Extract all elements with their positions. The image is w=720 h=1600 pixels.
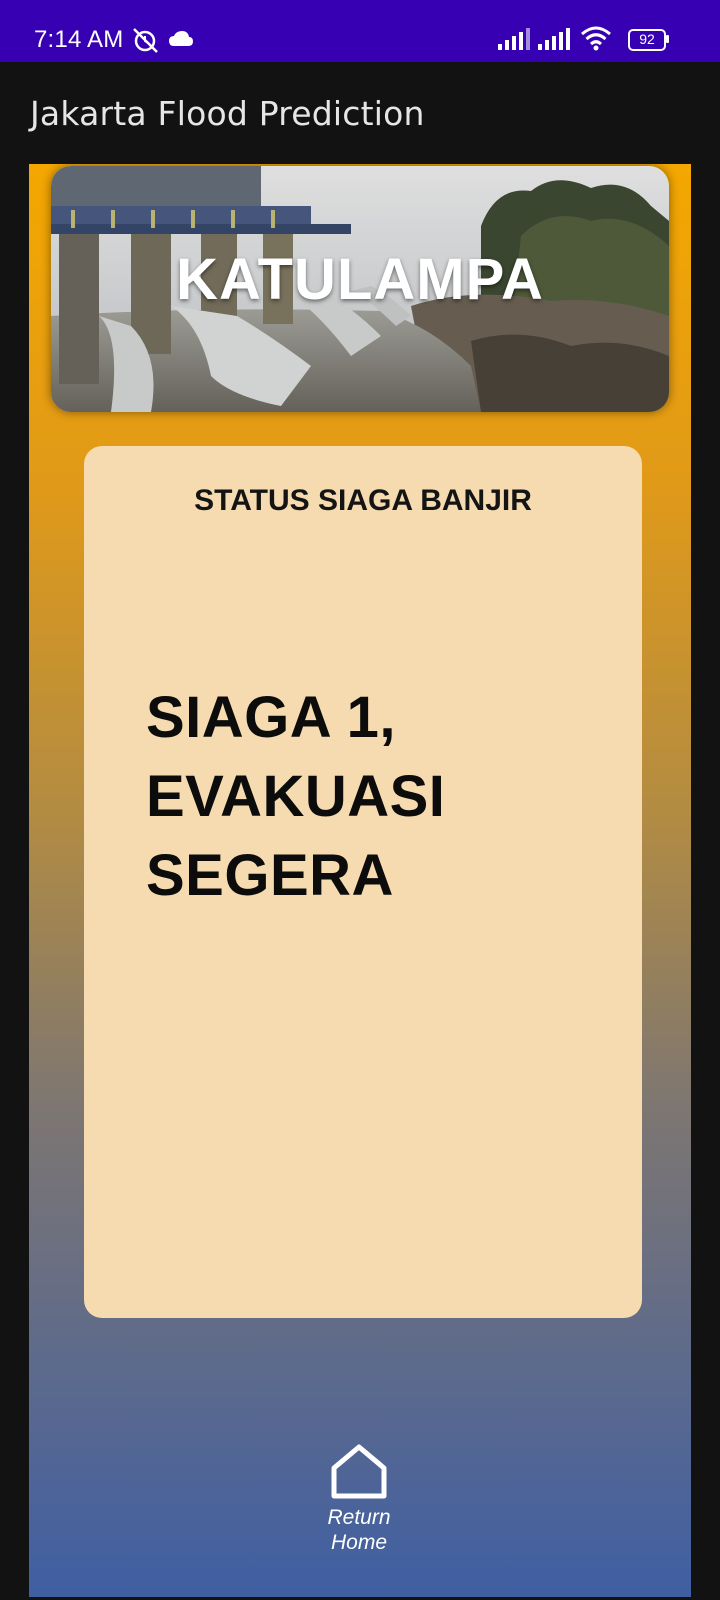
flood-status-line-1: SIAGA 1, [146, 685, 397, 750]
main-content: KATULAMPA STATUS SIAGA BANJIR SIAGA 1, E… [29, 164, 691, 1597]
signal-icon [538, 28, 570, 50]
status-time: 7:14 AM [34, 26, 124, 53]
location-title: KATULAMPA [176, 247, 544, 312]
battery-level: 92 [639, 31, 655, 47]
return-home-button[interactable]: Return Home [304, 1444, 414, 1564]
flood-status-line-2: EVAKUASI [146, 764, 446, 829]
app-title: Jakarta Flood Prediction [30, 94, 425, 133]
cloud-icon [169, 31, 193, 46]
signal-icon [498, 28, 530, 50]
battery-icon: 92 [628, 29, 669, 51]
return-home-label-line-2: Home [330, 1531, 388, 1554]
alarm-off-icon [133, 28, 158, 53]
flood-status-line-3: SEGERA [146, 843, 394, 908]
status-card: STATUS SIAGA BANJIR SIAGA 1, EVAKUASI SE… [84, 446, 642, 1318]
status-card-heading: STATUS SIAGA BANJIR [194, 484, 532, 517]
return-home-label-line-1: Return [327, 1506, 391, 1529]
home-icon [331, 1444, 387, 1499]
status-bar: 7:14 AM 92 [0, 0, 720, 62]
location-banner: KATULAMPA [51, 166, 669, 412]
wifi-icon [581, 26, 611, 51]
